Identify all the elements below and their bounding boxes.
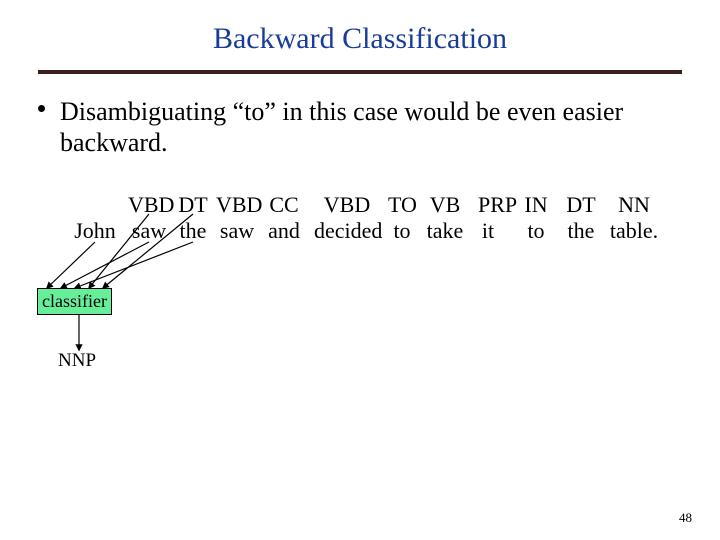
word-token: saw xyxy=(216,218,258,244)
bullet-dot-icon xyxy=(38,105,45,112)
slide-title: Backward Classification xyxy=(0,22,720,56)
classifier-box: classifier xyxy=(37,288,112,315)
word-token: the xyxy=(176,218,210,244)
word-token: take xyxy=(424,218,466,244)
pos-tag: TO xyxy=(388,192,416,218)
word-token: John xyxy=(72,218,118,244)
bullet-item: Disambiguating “to” in this case would b… xyxy=(60,96,660,158)
pos-tag: NN xyxy=(608,192,660,218)
pos-tag: DT xyxy=(564,192,598,218)
bullet-text: Disambiguating “to” in this case would b… xyxy=(60,97,623,157)
word-token: to xyxy=(524,218,548,244)
slide: Backward Classification Disambiguating “… xyxy=(0,0,720,540)
output-tag: NNP xyxy=(58,350,96,372)
input-arrow xyxy=(61,242,149,288)
pos-tag: VBD xyxy=(216,192,258,218)
pos-tag: VBD xyxy=(128,192,170,218)
pos-tag: IN xyxy=(524,192,548,218)
title-rule xyxy=(38,70,682,74)
pos-tag: PRP xyxy=(478,192,498,218)
input-arrow xyxy=(47,242,95,288)
word-token: table. xyxy=(608,218,660,244)
pos-tag: CC xyxy=(264,192,304,218)
pos-tag: DT xyxy=(176,192,210,218)
classifier-label: classifier xyxy=(42,291,107,311)
word-token: and xyxy=(264,218,304,244)
pos-tag: VB xyxy=(424,192,466,218)
input-arrow xyxy=(75,242,193,288)
pos-tag: VBD xyxy=(314,192,380,218)
word-token: decided xyxy=(314,218,380,244)
arrows-svg xyxy=(0,0,720,540)
word-token: the xyxy=(564,218,598,244)
word-token: saw xyxy=(128,218,170,244)
word-token: it xyxy=(478,218,498,244)
word-token: to xyxy=(388,218,416,244)
page-number: 48 xyxy=(679,510,692,526)
